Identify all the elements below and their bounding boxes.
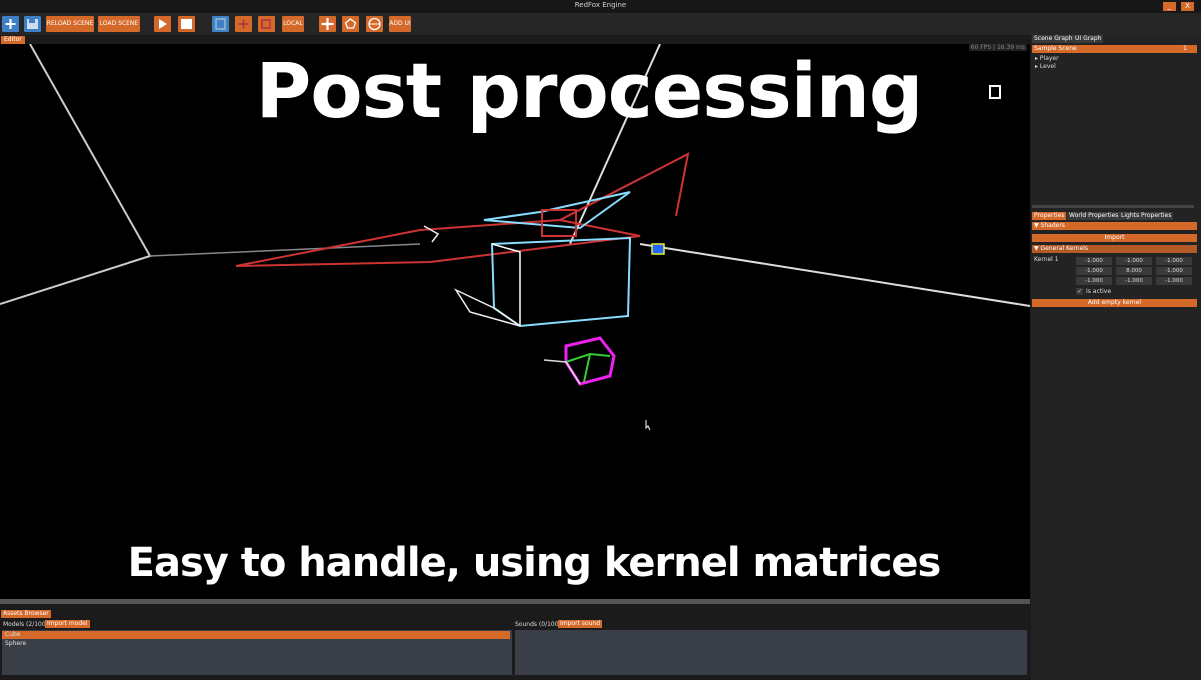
is-active-label: Is active: [1086, 288, 1112, 295]
is-active-checkbox[interactable]: ✓: [1076, 288, 1083, 295]
kernel-cell[interactable]: -1.000: [1156, 277, 1192, 285]
save-button[interactable]: [24, 16, 41, 32]
move-gizmo-button[interactable]: [212, 16, 229, 32]
add-ui-button[interactable]: ADD UI: [389, 16, 411, 32]
add-empty-kernel-button[interactable]: Add empty kernel: [1032, 299, 1197, 307]
scene-header[interactable]: Sample Scene 1: [1032, 45, 1197, 53]
models-label: Models (2/100): [3, 621, 49, 628]
load-scene-button[interactable]: LOAD SCENE: [98, 16, 140, 32]
toolbar: RELOAD SCENE LOAD SCENE LOCAL ADD UI: [0, 13, 1201, 35]
kernel-label: Kernel 1: [1034, 256, 1059, 263]
scene-graph-scrollbar[interactable]: [1032, 205, 1194, 208]
new-scene-button[interactable]: [2, 16, 19, 32]
rotate-gizmo-button[interactable]: [235, 16, 252, 32]
kernel-cell[interactable]: -1.000: [1156, 257, 1192, 265]
models-list: Cube Sphere: [2, 630, 512, 675]
tab-scene-graph[interactable]: Scene Graph: [1032, 35, 1075, 43]
reload-scene-button[interactable]: RELOAD SCENE: [46, 16, 94, 32]
kernel-cell[interactable]: -1.000: [1156, 267, 1192, 275]
scene-count: 1: [1183, 45, 1187, 52]
import-shader-button[interactable]: Import: [1032, 234, 1197, 242]
rotate-gizmo-icon: [238, 19, 249, 29]
window-title: RedFox Engine: [574, 1, 627, 9]
local-space-button[interactable]: LOCAL: [282, 16, 304, 32]
import-sound-button[interactable]: Import sound: [558, 620, 603, 628]
move-gizmo-icon: [215, 18, 226, 30]
kernel-cell[interactable]: -1.000: [1076, 277, 1112, 285]
add-model-button[interactable]: [342, 16, 359, 32]
list-item[interactable]: Cube: [2, 631, 510, 639]
assets-browser-tab[interactable]: Assets Browser: [1, 610, 51, 618]
scale-gizmo-button[interactable]: [258, 16, 275, 32]
scene-name: Sample Scene: [1034, 45, 1077, 52]
kernel-cell[interactable]: -1.000: [1116, 277, 1152, 285]
tree-item-player[interactable]: ▸ Player: [1035, 55, 1059, 62]
play-button[interactable]: [154, 16, 171, 32]
tree-item-level[interactable]: ▸ Level: [1035, 63, 1056, 70]
tab-properties[interactable]: Properties: [1032, 212, 1067, 220]
floppy-disk-icon: [27, 19, 38, 29]
editor-tab[interactable]: Editor: [1, 36, 25, 44]
play-icon: [159, 19, 167, 29]
general-kernels-header[interactable]: ▼ General Kernels: [1032, 245, 1197, 253]
add-object-button[interactable]: [319, 16, 336, 32]
import-model-button[interactable]: Import model: [45, 620, 90, 628]
tab-lights-properties[interactable]: Lights Properties: [1119, 212, 1174, 220]
sounds-list: [515, 630, 1027, 675]
kernel-cell[interactable]: -1.000: [1076, 267, 1112, 275]
shaders-header[interactable]: ▼ Shaders: [1032, 222, 1197, 230]
right-panel: Scene Graph UI Graph Sample Scene 1 ▸ Pl…: [1031, 35, 1201, 680]
overlay-subtitle: Easy to handle, using kernel matrices: [127, 540, 942, 586]
close-button[interactable]: X: [1181, 2, 1194, 11]
tab-world-properties[interactable]: World Properties: [1067, 212, 1121, 220]
editor-viewport[interactable]: 60 FPS | 16.39 ms Post processing Easy t…: [0, 44, 1030, 602]
add-model-icon: [344, 18, 357, 29]
kernel-cell[interactable]: -1.000: [1076, 257, 1112, 265]
sounds-label: Sounds (0/100): [515, 621, 561, 628]
list-item[interactable]: Sphere: [2, 640, 26, 648]
minimize-button[interactable]: _: [1163, 2, 1176, 11]
viewport-splitter[interactable]: [0, 599, 1030, 604]
stop-button[interactable]: [178, 16, 195, 32]
add-object-icon: [321, 18, 334, 30]
title-bar: RedFox Engine _ X: [0, 0, 1201, 13]
kernel-cell[interactable]: 8.000: [1116, 267, 1152, 275]
kernel-cell[interactable]: -1.000: [1116, 257, 1152, 265]
plus-icon: [5, 19, 16, 29]
overlay-title: Post processing: [255, 46, 924, 135]
add-sphere-button[interactable]: [366, 16, 383, 32]
add-sphere-icon: [368, 17, 381, 31]
scale-gizmo-icon: [261, 19, 271, 29]
stop-icon: [181, 19, 192, 29]
tab-ui-graph[interactable]: UI Graph: [1073, 35, 1104, 43]
